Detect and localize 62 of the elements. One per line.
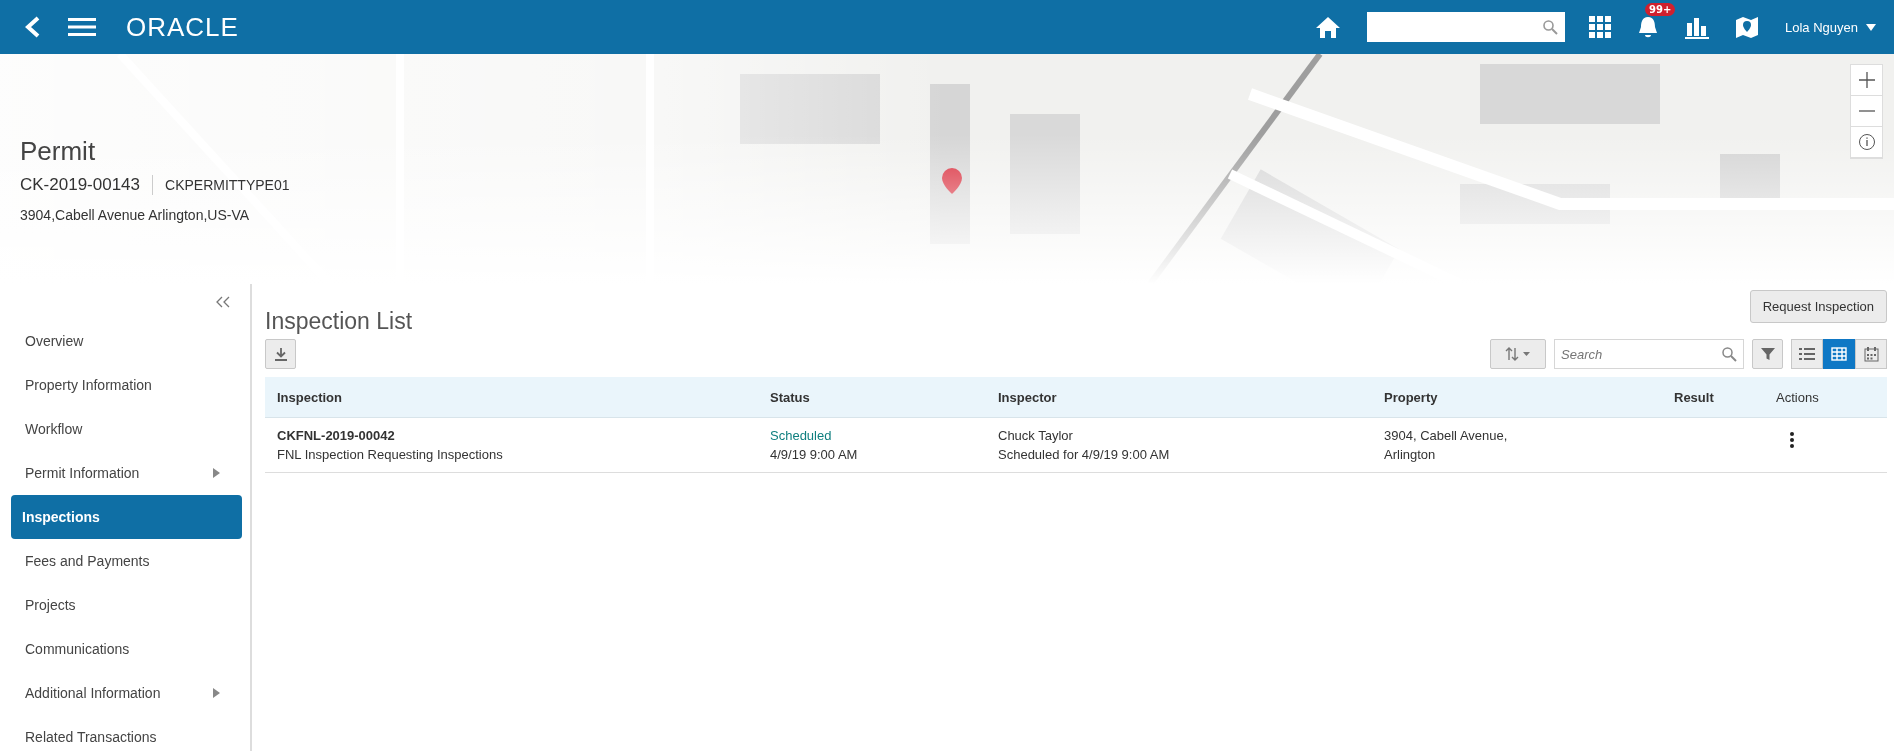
nav-item[interactable]: Workflow — [11, 407, 242, 451]
calendar-icon — [1863, 346, 1879, 362]
bar-chart-icon[interactable] — [1685, 15, 1709, 39]
download-icon — [273, 347, 288, 361]
column-header: Actions — [1776, 389, 1819, 405]
caret-icon — [1866, 23, 1876, 31]
list-icon — [1799, 347, 1815, 361]
kebab-icon — [1790, 432, 1794, 448]
permit-address: 3904,Cabell Avenue Arlington,US-VA — [20, 207, 251, 223]
inspector-schedule: Scheduled for 4/9/19 9:00 AM — [998, 446, 1171, 464]
map-pin-icon[interactable] — [1735, 15, 1759, 39]
permit-number: CK-2019-00143 — [20, 175, 141, 195]
column-header: Property — [1384, 389, 1438, 405]
column-header: Inspection — [277, 389, 342, 405]
list-view-button[interactable] — [1791, 339, 1823, 369]
double-chevron-icon — [216, 296, 230, 308]
calendar-view-button[interactable] — [1855, 339, 1887, 369]
minus-icon — [1857, 110, 1876, 112]
info-icon — [1857, 133, 1876, 151]
nav-item[interactable]: Inspections — [11, 495, 242, 539]
notification-count: 99+ — [1645, 3, 1676, 16]
search-icon — [1721, 346, 1737, 362]
nav-item[interactable]: Fees and Payments — [11, 539, 242, 583]
column-header: Inspector — [998, 389, 1057, 405]
menu-icon[interactable] — [68, 17, 96, 37]
record-title: Permit — [20, 136, 97, 167]
filter-icon — [1760, 347, 1775, 361]
sort-icon — [1505, 347, 1531, 361]
nav-item[interactable]: Related Transactions — [11, 715, 242, 751]
page-title: Inspection List — [265, 308, 413, 335]
request-inspection-button[interactable]: Request Inspection — [1749, 290, 1887, 323]
search-icon — [1542, 19, 1558, 35]
search-field[interactable]: Search — [1554, 339, 1744, 369]
inspection-description: FNL Inspection Requesting Inspections — [277, 446, 504, 464]
grid-icon[interactable] — [1589, 16, 1611, 38]
nav-item[interactable]: Overview — [11, 319, 242, 363]
filter-button[interactable] — [1752, 339, 1783, 369]
status-text: Scheduled — [770, 427, 833, 445]
bell-icon[interactable] — [1637, 15, 1659, 39]
table-icon — [1831, 347, 1847, 361]
inspector-name: Chuck Taylor — [998, 427, 1074, 445]
logo: ORACLE — [126, 11, 239, 43]
column-header: Status — [770, 389, 810, 405]
table-view-button[interactable] — [1823, 339, 1855, 369]
nav-item[interactable]: Projects — [11, 583, 242, 627]
nav-item[interactable]: Additional Information — [11, 671, 242, 715]
home-icon[interactable] — [1315, 15, 1341, 39]
plus-icon — [1857, 71, 1876, 89]
search-field[interactable] — [1367, 12, 1565, 42]
user-menu[interactable]: Lola Nguyen — [1785, 19, 1876, 35]
nav-item[interactable]: Property Information — [11, 363, 242, 407]
back-icon[interactable] — [24, 16, 42, 38]
download-button[interactable] — [265, 339, 296, 369]
status-time: 4/9/19 9:00 AM — [770, 446, 859, 464]
column-header: Result — [1674, 389, 1714, 405]
nav-item[interactable]: Communications — [11, 627, 242, 671]
more-actions-button[interactable] — [1790, 432, 1794, 448]
nav-item[interactable]: Permit Information — [11, 451, 242, 495]
property-address: 3904, Cabell Avenue, — [1384, 427, 1509, 445]
permit-type: CKPERMITTYPE01 — [165, 177, 290, 193]
property-city: Arlington — [1384, 446, 1437, 464]
inspection-id: CKFNL-2019-00042 — [277, 427, 396, 445]
